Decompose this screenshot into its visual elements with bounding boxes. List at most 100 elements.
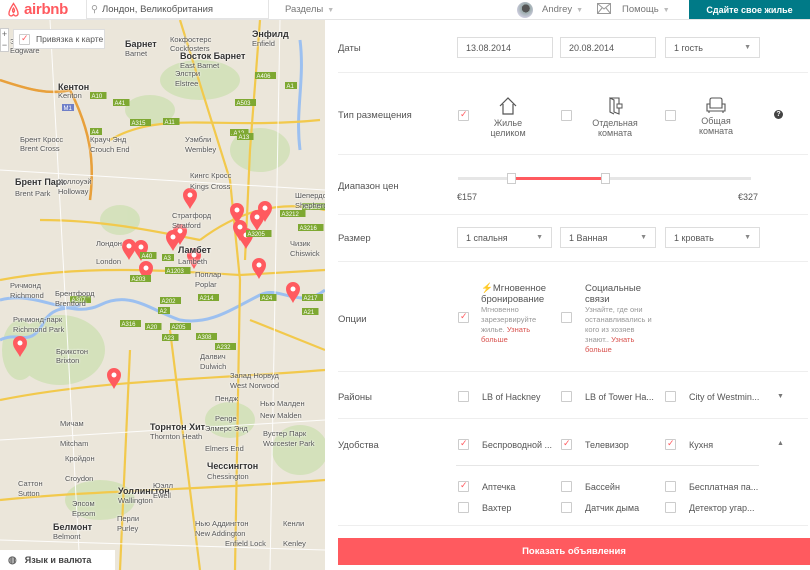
entire-home-checkbox[interactable] <box>458 109 469 121</box>
shared-room-checkbox[interactable] <box>665 110 676 121</box>
instant-book-checkbox[interactable] <box>458 311 469 323</box>
checkout-input[interactable]: 20.08.2014 <box>560 37 656 58</box>
amenity-option[interactable]: Бесплатная па... <box>665 481 758 492</box>
option-label: City of Westmin... <box>689 391 760 402</box>
amenity-option[interactable]: Датчик дыма <box>561 502 639 513</box>
airbnb-logo[interactable]: airbnb <box>6 1 68 18</box>
svg-text:A24: A24 <box>262 296 273 302</box>
option-label: Бесплатная па... <box>689 481 759 492</box>
neighborhood-option[interactable]: LB of Tower Ha... <box>561 391 654 402</box>
checkbox[interactable] <box>458 480 469 492</box>
chevron-down-icon: ▼ <box>744 234 751 241</box>
collapse-chevron-up-icon[interactable]: ▲ <box>777 440 784 447</box>
map-place-label: Энфилд <box>252 29 289 39</box>
checkbox[interactable] <box>458 502 469 513</box>
checkbox[interactable] <box>561 481 572 492</box>
sections-menu[interactable]: Разделы ▼ <box>285 4 334 15</box>
neighborhood-option[interactable]: City of Westmin... <box>665 391 759 402</box>
amenity-option[interactable]: Беспроводной ... <box>458 438 553 450</box>
price-slider-track[interactable] <box>458 173 751 184</box>
language-currency-button[interactable]: ◍ Язык и валюта <box>0 550 115 570</box>
price-max-handle[interactable] <box>600 173 610 184</box>
svg-text:A203: A203 <box>132 277 147 283</box>
option-label: Вахтер <box>482 502 512 513</box>
beds-select[interactable]: 1 кровать ▼ <box>665 227 760 248</box>
listing-pin-icon[interactable] <box>286 282 300 303</box>
map-place-label: Поплар <box>195 270 222 279</box>
checkbox[interactable] <box>561 502 572 513</box>
social-connections-checkbox[interactable] <box>561 312 572 323</box>
private-room-option[interactable]: Отдельная комната <box>585 96 645 138</box>
road-shield: A24 <box>260 294 277 302</box>
social-connections-option[interactable]: Социальные связи Узнайте, где они остана… <box>585 283 660 355</box>
option-label: Беспроводной ... <box>482 439 553 450</box>
dates-row: Даты 13.08.2014 20.08.2014 1 гость ▼ <box>338 20 808 73</box>
map-place-label: Wallington <box>118 496 153 505</box>
map-place-label: Брикстон <box>56 347 89 356</box>
price-min-handle[interactable] <box>506 173 516 184</box>
private-room-checkbox[interactable] <box>561 110 572 121</box>
checkbox[interactable] <box>19 33 30 45</box>
instant-book-option[interactable]: ⚡Мгновенное бронирование Мгновенно зарез… <box>481 283 556 345</box>
listing-pin-icon[interactable] <box>250 210 264 231</box>
entire-home-option[interactable]: Жилье целиком <box>483 96 533 138</box>
amenity-option[interactable]: Детектор угар... <box>665 502 755 513</box>
user-menu[interactable]: Andrey ▼ <box>542 4 583 15</box>
map-place-label: Далвич <box>200 352 226 361</box>
road-shield: A3205 <box>246 230 272 238</box>
price-row: Диапазон цен €157 €327 <box>338 155 808 215</box>
option-label: Отдельная <box>592 118 638 128</box>
listing-pin-icon[interactable] <box>122 239 136 260</box>
road-shield: A214 <box>198 294 219 302</box>
messages-button[interactable] <box>597 3 611 17</box>
options-row: Опции ⚡Мгновенное бронирование Мгновенно… <box>338 262 808 372</box>
map-place-label: Brent Park <box>15 189 51 198</box>
airbnb-logo-icon <box>8 2 19 17</box>
help-icon[interactable]: ? <box>774 110 783 119</box>
location-search-input[interactable]: ⚲ Лондон, Великобритания <box>86 0 269 19</box>
svg-text:A503: A503 <box>237 101 252 107</box>
checkbox[interactable] <box>665 481 676 492</box>
svg-text:A20: A20 <box>147 325 158 331</box>
amenity-option[interactable]: Аптечка <box>458 480 515 492</box>
snap-to-map-checkbox[interactable]: Привязка к карте <box>13 29 105 49</box>
checkbox[interactable] <box>665 391 676 402</box>
search-value: Лондон, Великобритания <box>101 3 214 15</box>
checkbox[interactable] <box>561 391 572 402</box>
zoom-in-button[interactable]: + <box>1 29 8 40</box>
avatar[interactable] <box>517 2 533 18</box>
map-place-label: Элмерс Энд <box>205 424 248 433</box>
listing-pin-icon[interactable] <box>252 258 266 279</box>
amenity-option[interactable]: Бассейн <box>561 481 620 492</box>
road-shield: A40 <box>140 252 157 260</box>
svg-text:A1203: A1203 <box>167 269 185 275</box>
neighborhood-option[interactable]: LB of Hackney <box>458 391 541 402</box>
amenity-option[interactable]: Вахтер <box>458 502 511 513</box>
checkbox[interactable] <box>665 502 676 513</box>
expand-chevron-down-icon[interactable]: ▼ <box>777 393 784 400</box>
help-menu[interactable]: Помощь ▼ <box>622 4 670 15</box>
show-listings-button[interactable]: Показать объявления <box>338 538 810 565</box>
zoom-out-button[interactable]: − <box>1 40 8 51</box>
checkbox[interactable] <box>458 438 469 450</box>
amenity-option[interactable]: Кухня <box>665 438 713 450</box>
shared-room-option[interactable]: Общая комната <box>691 96 741 136</box>
map[interactable]: M1A10A406A1A41A503A5A315A4A11A12A1203A13… <box>0 20 325 570</box>
checkbox[interactable] <box>665 438 676 450</box>
bathrooms-value: 1 Ванная <box>569 232 608 243</box>
price-max-value: €327 <box>738 192 759 202</box>
chevron-down-icon: ▼ <box>640 234 647 241</box>
host-listing-button[interactable]: Сдайте свое жилье <box>689 0 810 19</box>
checkbox[interactable] <box>561 438 572 450</box>
listing-pin-icon[interactable] <box>183 188 197 209</box>
map-zoom-control[interactable]: + − <box>0 28 9 52</box>
option-label: Телевизор <box>585 439 629 450</box>
checkbox[interactable] <box>458 391 469 402</box>
road-shield: A315 <box>130 119 151 127</box>
amenity-option[interactable]: Телевизор <box>561 438 629 450</box>
option-label: Жилье <box>493 118 523 128</box>
guests-select[interactable]: 1 гость ▼ <box>665 37 760 58</box>
checkin-input[interactable]: 13.08.2014 <box>457 37 553 58</box>
bedrooms-select[interactable]: 1 спальня ▼ <box>457 227 552 248</box>
bathrooms-select[interactable]: 1 Ванная ▼ <box>560 227 656 248</box>
